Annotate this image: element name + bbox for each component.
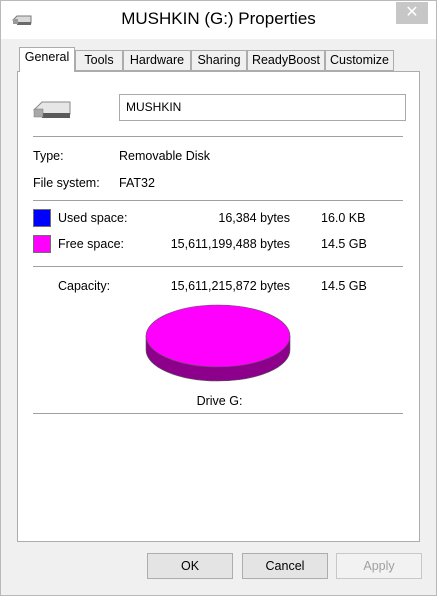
separator xyxy=(33,200,403,201)
used-space-size: 16.0 KB xyxy=(321,211,366,225)
capacity-bytes: 15,611,215,872 bytes xyxy=(170,279,290,293)
file-system-label: File system: xyxy=(33,176,100,190)
free-space-swatch xyxy=(33,235,51,253)
used-space-label: Used space: xyxy=(58,211,128,225)
free-space-size: 14.5 GB xyxy=(321,237,367,251)
type-label: Type: xyxy=(33,149,64,163)
properties-dialog: MUSHKIN (G:) Properties ✕ General Tools … xyxy=(0,0,437,596)
separator xyxy=(33,413,403,414)
free-space-bytes: 15,611,199,488 bytes xyxy=(170,237,290,251)
used-space-bytes: 16,384 bytes xyxy=(218,211,290,225)
apply-button[interactable]: Apply xyxy=(336,553,422,579)
disk-usage-pie-chart xyxy=(145,304,291,382)
tab-customize[interactable]: Customize xyxy=(325,50,394,71)
drive-name-input[interactable]: MUSHKIN xyxy=(119,94,406,121)
usb-drive-large-icon xyxy=(33,101,71,118)
cancel-button[interactable]: Cancel xyxy=(242,553,328,579)
tab-tools[interactable]: Tools xyxy=(75,50,123,71)
close-button[interactable]: ✕ xyxy=(396,2,428,24)
separator xyxy=(33,266,403,267)
capacity-size: 14.5 GB xyxy=(321,279,367,293)
used-space-swatch xyxy=(33,209,51,227)
separator xyxy=(33,136,403,137)
free-space-label: Free space: xyxy=(58,237,125,251)
pie-free-space-slice xyxy=(145,304,291,368)
tab-hardware[interactable]: Hardware xyxy=(123,50,191,71)
title-bar: MUSHKIN (G:) Properties ✕ xyxy=(1,1,436,39)
tab-readyboost[interactable]: ReadyBoost xyxy=(247,50,325,71)
capacity-label: Capacity: xyxy=(58,279,111,293)
tab-sharing[interactable]: Sharing xyxy=(191,50,247,71)
file-system-value: FAT32 xyxy=(119,176,155,190)
ok-button[interactable]: OK xyxy=(147,553,233,579)
tab-general[interactable]: General xyxy=(19,47,75,72)
drive-label: Drive G: xyxy=(196,394,243,408)
window-title: MUSHKIN (G:) Properties xyxy=(121,9,316,28)
type-value: Removable Disk xyxy=(119,149,211,163)
